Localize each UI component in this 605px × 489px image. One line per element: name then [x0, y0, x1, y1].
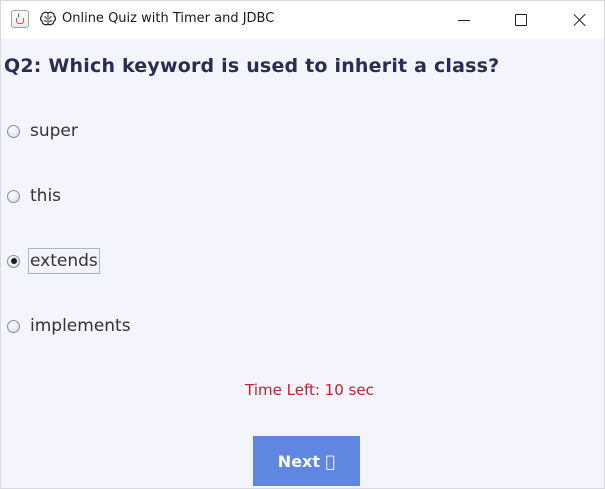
minimize-button[interactable] [435, 1, 493, 39]
radio-button-extends[interactable] [7, 254, 20, 268]
next-button[interactable]: Next ⃞ [253, 436, 360, 486]
brain-icon [38, 10, 57, 29]
option-this[interactable]: this [7, 182, 62, 210]
quiz-window: Online Quiz with Timer and JDBC Q2: Whic… [0, 0, 605, 489]
minimize-icon [458, 20, 470, 21]
close-button[interactable] [551, 1, 605, 39]
option-label-implements[interactable]: implements [29, 314, 132, 338]
close-icon [572, 12, 588, 28]
java-app-icon [11, 10, 29, 28]
option-label-this[interactable]: this [29, 184, 62, 208]
radio-button-implements[interactable] [7, 319, 20, 333]
timer-label: Time Left: 10 sec [245, 381, 374, 399]
window-title: Online Quiz with Timer and JDBC [62, 11, 275, 26]
option-label-extends[interactable]: extends [28, 248, 100, 274]
maximize-icon [515, 14, 527, 26]
option-label-super[interactable]: super [29, 119, 79, 143]
option-extends[interactable]: extends [7, 247, 100, 275]
maximize-button[interactable] [493, 1, 551, 39]
option-implements[interactable]: implements [7, 312, 132, 340]
question-text: Q2: Which keyword is used to inherit a c… [4, 55, 500, 77]
title-bar[interactable]: Online Quiz with Timer and JDBC [1, 1, 604, 39]
radio-button-this[interactable] [7, 189, 20, 203]
option-super[interactable]: super [7, 117, 79, 145]
radio-button-super[interactable] [7, 124, 20, 138]
